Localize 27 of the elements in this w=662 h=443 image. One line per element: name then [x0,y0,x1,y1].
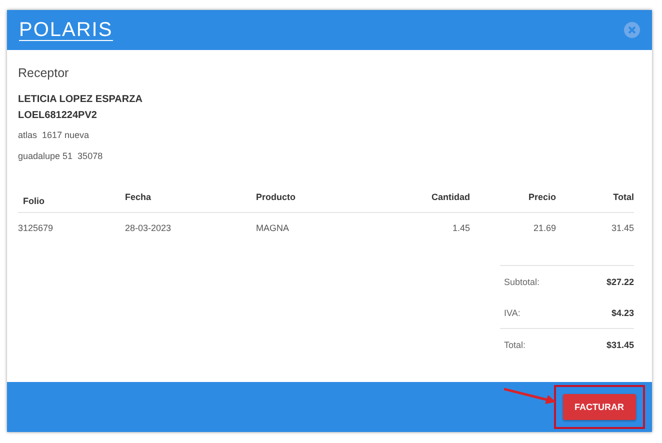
total-label: IVA: [504,308,520,318]
close-icon[interactable] [624,22,640,38]
total-label: Subtotal: [504,276,540,286]
column-header: Producto [256,186,406,213]
customer-rfc: LOEL681224PV2 [18,109,98,123]
table-cell-text: 21.69 [532,222,556,235]
table-cell-text: 1.45 [451,222,470,235]
total-value: $31.45 [606,340,634,350]
table-cell-text: 31.45 [610,222,634,235]
column-header: Precio [470,186,556,213]
column-header: Cantidad [406,186,470,213]
total-label: Total: [504,340,526,350]
column-header: Fecha [125,186,256,213]
section-heading: Receptor [18,66,70,80]
customer-name: LETICIA LOPEZ ESPARZA [18,93,144,107]
table-cell-text: MAGNA [256,222,290,235]
total-value: $4.23 [611,308,634,318]
logo: POLARIS [19,20,113,40]
column-header: Total [556,186,634,213]
invoice-button[interactable]: FACTURAR [562,394,636,420]
table-cell-text: 3125679 [18,222,54,235]
address-line: guadalupe 51 35078 [18,150,104,162]
column-header: Folio [18,186,125,213]
address-line: atlas 1617 nueva [18,129,90,141]
arrow-annotation [504,388,556,404]
total-value: $27.22 [606,276,634,286]
table-cell-text: 28-03-2023 [125,222,172,235]
